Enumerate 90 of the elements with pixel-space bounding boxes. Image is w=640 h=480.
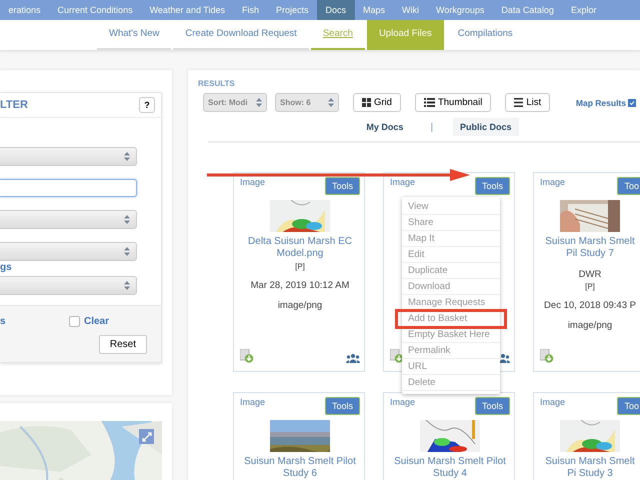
sort-select[interactable]: Sort: Modi [203, 93, 267, 112]
card-date: Dec 10, 2018 09:43 P [544, 300, 636, 311]
menu-item[interactable]: Manage Requests [402, 295, 500, 311]
card-title[interactable]: Suisun Marsh Smelt Pi Study 3 [540, 456, 640, 480]
filter-title: LTER [0, 99, 28, 111]
subnav-link[interactable]: Compilations [446, 20, 525, 50]
subnav-link[interactable]: What's New [97, 20, 172, 50]
card-type: Image [540, 177, 566, 187]
filter-link[interactable]: s [0, 316, 69, 327]
menu-item[interactable]: Empty Basket Here [402, 327, 500, 343]
subnav-link[interactable]: Create Download Request [173, 20, 309, 50]
card-title[interactable]: Suisun Marsh Smelt Pil Study 7 [540, 236, 640, 260]
download-file-icon[interactable] [390, 349, 404, 363]
select-arrows-icon [124, 152, 130, 161]
menu-item[interactable]: Download [402, 279, 500, 295]
card-type: Image [240, 397, 266, 407]
card-type: Image [540, 397, 566, 407]
menu-item[interactable]: Share [402, 215, 500, 231]
nav-tab[interactable]: Docs [317, 0, 355, 20]
group-icon[interactable] [346, 354, 360, 363]
card-owner: DWR [578, 269, 602, 280]
menu-item[interactable]: URL [402, 359, 500, 375]
tools-button[interactable]: Tools [474, 177, 510, 195]
tools-button[interactable]: Tools [474, 397, 510, 415]
menu-item[interactable]: Delete [402, 375, 500, 391]
checkbox[interactable] [68, 316, 80, 327]
expand-button[interactable] [139, 429, 154, 444]
card-title[interactable]: Suisun Marsh Smelt Pilot Study 6 [240, 456, 360, 480]
card-date: Mar 28, 2019 10:12 AM [250, 280, 350, 291]
grid-icon [362, 98, 371, 107]
select-arrows-icon [256, 98, 262, 107]
nav-tab[interactable]: Data Catalog [492, 0, 562, 20]
card-title[interactable]: Delta Suisun Marsh EC Model.png [240, 236, 360, 260]
card-type: Image [390, 177, 416, 187]
menu-icon [514, 98, 524, 107]
select-arrows-icon [328, 98, 334, 107]
select-field[interactable] [0, 276, 137, 295]
nav-tab[interactable]: Explor [562, 0, 605, 20]
card-type: Image [390, 397, 416, 407]
filter-link[interactable]: gs [0, 262, 12, 273]
expand-icon [142, 432, 152, 442]
nav-tab[interactable]: Wiki [394, 0, 428, 20]
menu-item[interactable]: Map It [402, 231, 500, 247]
select-field[interactable] [0, 147, 137, 166]
tools-button[interactable]: Too [617, 177, 640, 195]
nav-tab[interactable]: Projects [267, 0, 317, 20]
card-title[interactable]: Suisun Marsh Smelt Pilot Study 4 [390, 456, 510, 480]
input-field[interactable] [0, 179, 137, 197]
checkbox[interactable] [628, 98, 636, 106]
menu-item[interactable]: Add to Basket [397, 311, 505, 327]
download-file-icon[interactable] [240, 349, 254, 363]
show-select[interactable]: Show: 6 [275, 93, 339, 112]
map-results-label[interactable]: Map Results [576, 98, 626, 108]
select-arrows-icon [124, 215, 130, 224]
nav-tab[interactable]: erations [0, 0, 50, 20]
download-file-icon[interactable] [540, 349, 554, 363]
menu-item[interactable]: View [402, 199, 500, 215]
access-tag: [P] [295, 262, 305, 271]
card-format: image/png [278, 300, 322, 311]
card-format: image/png [568, 320, 612, 331]
select-arrows-icon [124, 247, 130, 256]
upload-button[interactable]: Upload Files [366, 20, 444, 50]
view-button[interactable]: Grid [353, 93, 401, 112]
select-field[interactable] [0, 210, 137, 229]
reset-button[interactable]: Reset [98, 335, 147, 354]
access-tag: [P] [585, 282, 595, 291]
nav-tab[interactable]: Fish [233, 0, 268, 20]
nav-tab[interactable]: Current Conditions [49, 0, 142, 20]
select-field[interactable] [0, 242, 137, 261]
results-title: RESULTS [198, 79, 236, 88]
tools-button[interactable]: Tools [324, 177, 360, 195]
help-button[interactable]: ? [139, 97, 155, 113]
clear-label[interactable]: Clear [84, 316, 109, 327]
tools-button[interactable]: Too [617, 397, 640, 415]
tools-button[interactable]: Tools [324, 397, 360, 415]
list-icon [424, 98, 435, 107]
menu-item[interactable]: Duplicate [402, 263, 500, 279]
view-button[interactable]: Thumbnail [414, 93, 492, 112]
menu-item[interactable]: Edit [402, 247, 500, 263]
docs-tab[interactable]: Public Docs [453, 118, 519, 136]
nav-tab[interactable]: Weather and Tides [141, 0, 234, 20]
select-arrows-icon [124, 281, 130, 290]
card-type: Image [240, 177, 266, 187]
subnav-link[interactable]: Search [310, 20, 365, 50]
nav-tab[interactable]: Workgroups [428, 0, 493, 20]
menu-item[interactable]: Permalink [402, 343, 500, 359]
tab-separator: | [430, 122, 434, 132]
view-button[interactable]: List [505, 93, 550, 112]
nav-tab[interactable]: Maps [354, 0, 394, 20]
docs-tab[interactable]: My Docs [359, 118, 410, 136]
